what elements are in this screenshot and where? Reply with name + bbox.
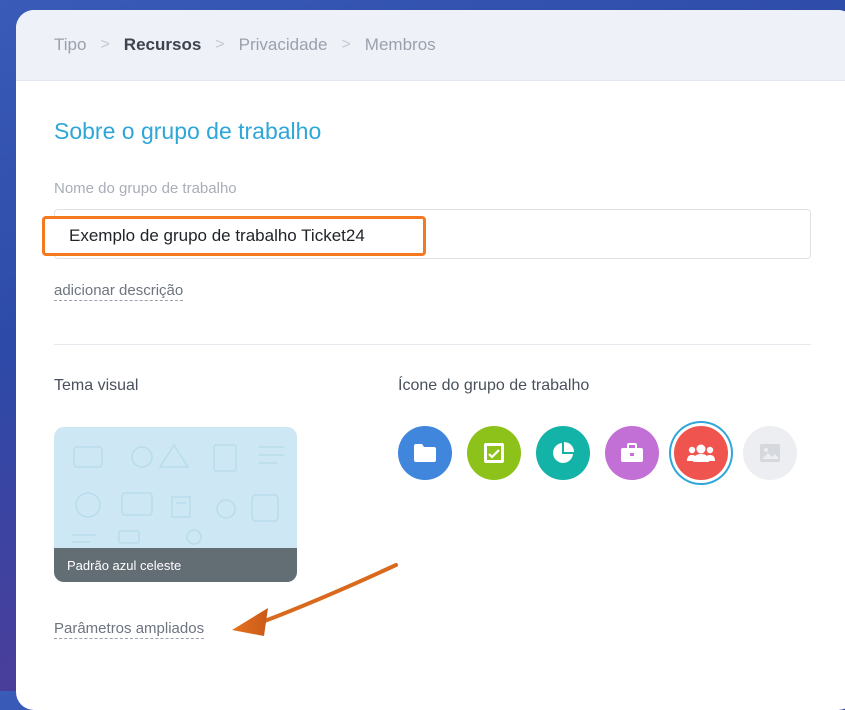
breadcrumb-recursos[interactable]: Recursos (124, 35, 201, 55)
theme-caption: Padrão azul celeste (54, 548, 297, 582)
breadcrumb-separator: > (215, 36, 225, 53)
briefcase-icon[interactable] (605, 426, 659, 480)
name-input-value[interactable]: Exemplo de grupo de trabalho Ticket24 (42, 216, 426, 256)
divider (54, 344, 811, 345)
section-title: Sobre o grupo de trabalho (54, 118, 322, 144)
breadcrumb-separator: > (341, 36, 351, 53)
theme-label: Tema visual (54, 377, 139, 394)
breadcrumb-separator: > (100, 36, 110, 53)
theme-card[interactable]: Padrão azul celeste (54, 427, 297, 582)
users-icon[interactable] (674, 426, 728, 480)
breadcrumb-membros[interactable]: Membros (365, 35, 436, 55)
name-field-label: Nome do grupo de trabalho (54, 180, 237, 197)
checklist-icon[interactable] (467, 426, 521, 480)
breadcrumb: Tipo > Recursos > Privacidade > Membros (16, 10, 845, 81)
add-description-link[interactable]: adicionar descrição (54, 282, 184, 301)
icon-section-label: Ícone do grupo de trabalho (398, 377, 590, 394)
pie-chart-icon[interactable] (536, 426, 590, 480)
workgroup-panel: Tipo > Recursos > Privacidade > Membros … (16, 10, 845, 710)
folder-icon[interactable] (398, 426, 452, 480)
breadcrumb-privacidade[interactable]: Privacidade (239, 35, 328, 55)
image-icon[interactable] (743, 426, 797, 480)
advanced-params-link[interactable]: Parâmetros ampliados (54, 620, 205, 639)
breadcrumb-tipo[interactable]: Tipo (54, 35, 86, 55)
icon-picker (398, 426, 812, 480)
